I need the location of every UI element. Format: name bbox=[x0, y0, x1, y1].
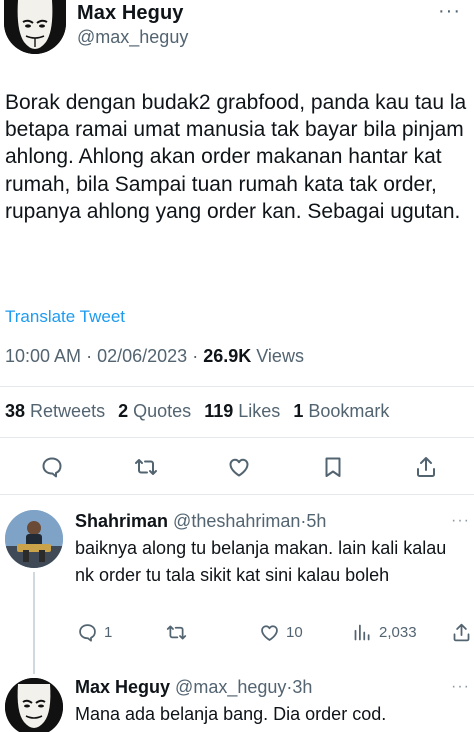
quotes-label: Quotes bbox=[133, 401, 192, 421]
reply-reply-action[interactable]: 1 bbox=[77, 620, 112, 644]
divider bbox=[0, 494, 474, 495]
reply-more-icon[interactable]: ··· bbox=[451, 678, 470, 696]
reply-views-count: 2,033 bbox=[379, 623, 417, 641]
retweet-icon bbox=[166, 625, 187, 639]
likes-label: Likes bbox=[238, 401, 281, 421]
reply-like-count: 10 bbox=[286, 623, 303, 641]
more-options-icon[interactable]: ··· bbox=[438, 0, 461, 23]
views-icon bbox=[354, 624, 370, 640]
reply-author-name[interactable]: Shahriman bbox=[75, 511, 168, 531]
reply-text: baiknya along tu belanja makan. lain kal… bbox=[75, 538, 447, 585]
divider bbox=[0, 386, 474, 387]
translate-tweet-link[interactable]: Translate Tweet bbox=[5, 307, 125, 327]
reply-views-action[interactable]: 2,033 bbox=[352, 620, 417, 644]
likes-stat[interactable]: 119 Likes bbox=[204, 401, 280, 421]
bookmarks-label: Bookmark bbox=[308, 401, 390, 421]
reply-more-icon[interactable]: ··· bbox=[451, 512, 470, 530]
reply-like-action[interactable]: 10 bbox=[259, 620, 303, 644]
tweet-text: Borak dengan budak2 grabfood, panda kau … bbox=[5, 91, 467, 223]
engagement-stats: 38 Retweets 2 Quotes 119 Likes 1 Bookmar… bbox=[5, 401, 389, 422]
bookmark-icon[interactable] bbox=[321, 455, 345, 479]
retweet-icon[interactable] bbox=[134, 455, 158, 479]
author-handle[interactable]: @max_heguy bbox=[77, 27, 188, 48]
heart-icon[interactable] bbox=[227, 455, 251, 479]
reply-share-action[interactable] bbox=[451, 620, 472, 644]
author-avatar[interactable] bbox=[4, 0, 66, 54]
reply-time[interactable]: 5h bbox=[306, 511, 326, 531]
meta-separator: · bbox=[192, 346, 204, 366]
reply-icon[interactable] bbox=[40, 455, 64, 479]
reply-reply-count: 1 bbox=[104, 623, 113, 641]
bookmarks-stat[interactable]: 1 Bookmark bbox=[293, 401, 389, 421]
retweets-stat[interactable]: 38 Retweets bbox=[5, 401, 105, 421]
reply-time[interactable]: 3h bbox=[292, 677, 312, 697]
likes-count: 119 bbox=[204, 401, 234, 421]
bookmarks-count: 1 bbox=[293, 401, 304, 421]
retweets-count: 38 bbox=[5, 401, 26, 421]
reply-author-name[interactable]: Max Heguy bbox=[75, 677, 170, 697]
tweet-meta: 10:00 AM · 02/06/2023 · 26.9K Views bbox=[5, 346, 304, 367]
reply-avatar[interactable] bbox=[5, 678, 63, 732]
thread-line bbox=[33, 572, 35, 674]
quotes-count: 2 bbox=[118, 401, 129, 421]
meta-separator: · bbox=[86, 346, 98, 366]
reply-header: Max Heguy @max_heguy·3h bbox=[75, 677, 312, 698]
views-label: Views bbox=[256, 346, 304, 366]
tweet-time[interactable]: 10:00 AM bbox=[5, 346, 81, 366]
views-count: 26.9K bbox=[203, 346, 252, 366]
reply-avatar[interactable] bbox=[5, 510, 63, 568]
reply-icon bbox=[79, 623, 96, 642]
share-icon bbox=[453, 623, 470, 641]
reply-text: Mana ada belanja bang. Dia order cod. bbox=[75, 704, 387, 724]
share-icon[interactable] bbox=[414, 455, 438, 479]
retweets-label: Retweets bbox=[30, 401, 106, 421]
reply-author-handle[interactable]: @max_heguy bbox=[175, 677, 286, 697]
heart-icon bbox=[261, 624, 278, 641]
reply-header: Shahriman @theshahriman·5h bbox=[75, 511, 326, 532]
divider bbox=[0, 437, 474, 438]
reply-retweet-action[interactable] bbox=[166, 620, 187, 644]
tweet-date[interactable]: 02/06/2023 bbox=[97, 346, 187, 366]
reply-author-handle[interactable]: @theshahriman bbox=[173, 511, 300, 531]
quotes-stat[interactable]: 2 Quotes bbox=[118, 401, 191, 421]
author-name[interactable]: Max Heguy bbox=[77, 2, 184, 25]
